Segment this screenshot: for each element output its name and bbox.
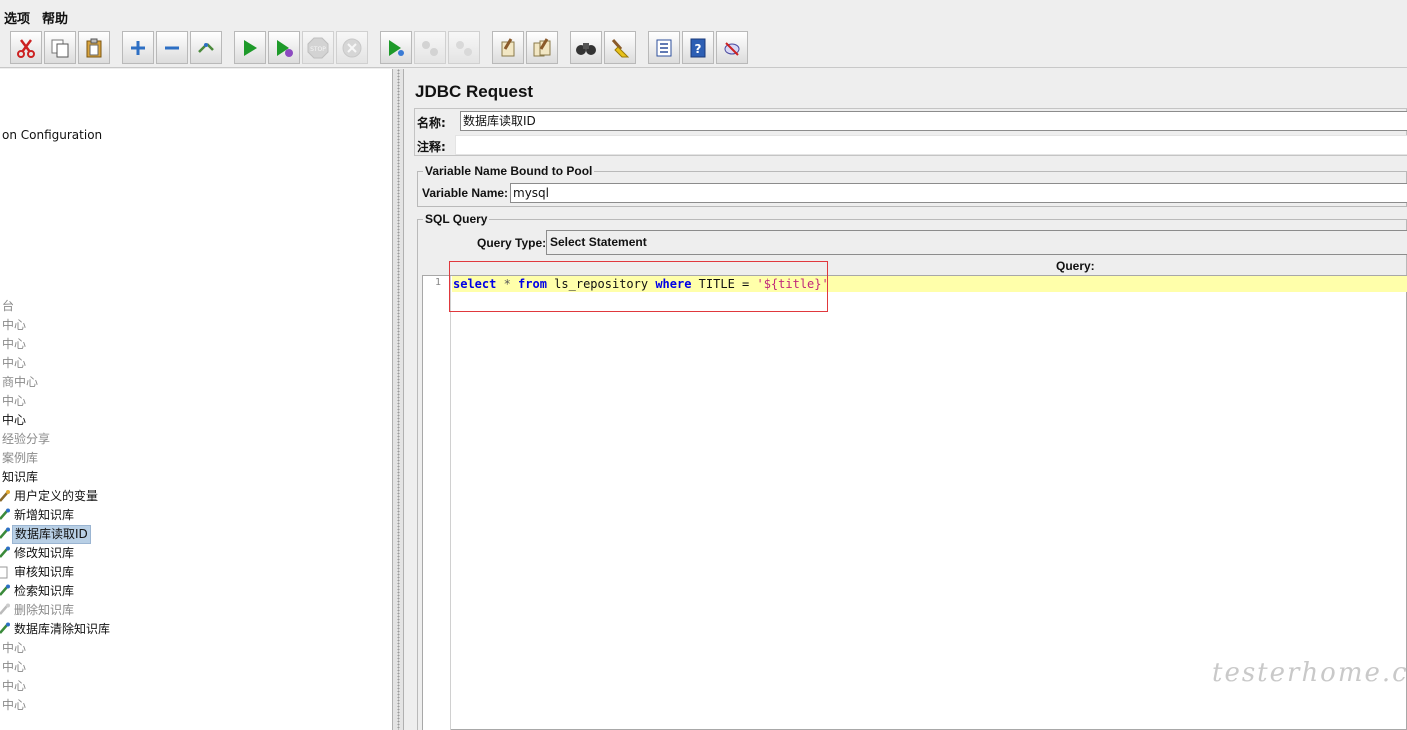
menu-help[interactable]: 帮助 — [42, 8, 68, 27]
clear-icon[interactable] — [492, 31, 524, 64]
help-icon[interactable]: ? — [682, 31, 714, 64]
tree-item-label: 数据库读取ID — [12, 525, 91, 544]
pipette-icon — [0, 603, 10, 615]
tree-item-label: 台 — [2, 299, 15, 313]
tree-item-label: 中心 — [2, 394, 27, 408]
tree-item-label: 经验分享 — [2, 432, 51, 446]
tree-item-label: 中心 — [2, 698, 27, 712]
wrench-icon — [0, 490, 10, 502]
line-number: 1 — [434, 277, 441, 288]
pipette-icon — [0, 527, 10, 539]
pipette-icon — [0, 622, 10, 634]
menu-bar: 选项 帮助 — [0, 0, 1407, 28]
start-no-pauses-icon[interactable] — [268, 31, 300, 64]
tree-item-label: 修改知识库 — [14, 546, 75, 560]
name-comment-section: 名称: 数据库读取ID 注释: — [414, 108, 1407, 156]
tree-item-label: 知识库 — [2, 470, 39, 484]
reset-search-icon[interactable] — [604, 31, 636, 64]
tree-item-label: 中心 — [2, 356, 27, 370]
query-header: Query: — [1056, 259, 1095, 273]
pool-variable-group: Variable Name Bound to Pool Variable Nam… — [417, 164, 1407, 207]
shutdown-icon[interactable] — [336, 31, 368, 64]
name-label: 名称: — [417, 116, 446, 130]
paste-icon[interactable] — [78, 31, 110, 64]
toggle-icon[interactable] — [190, 31, 222, 64]
log-viewer-icon[interactable] — [716, 31, 748, 64]
tree-item-label: 中心 — [2, 679, 27, 693]
expand-icon[interactable] — [122, 31, 154, 64]
tree-item-label: 检索知识库 — [14, 584, 75, 598]
variable-name-label: Variable Name: — [422, 186, 509, 200]
toolbar: STOP ? — [0, 28, 1407, 68]
function-helper-icon[interactable] — [648, 31, 680, 64]
search-icon[interactable] — [570, 31, 602, 64]
remote-shutdown-icon[interactable] — [448, 31, 480, 64]
line-number-gutter: 1 — [423, 276, 451, 730]
tree-item-label: 用户定义的变量 — [14, 489, 99, 503]
tree-item-label: 中心 — [2, 660, 27, 674]
collapse-icon[interactable] — [156, 31, 188, 64]
sql-group-title: SQL Query — [423, 212, 490, 226]
menu-options[interactable]: 选项 — [4, 8, 30, 27]
pool-group-title: Variable Name Bound to Pool — [423, 164, 595, 178]
tree-item-label: 数据库清除知识库 — [14, 622, 111, 636]
remote-start-icon[interactable] — [380, 31, 412, 64]
variable-name-field[interactable]: mysql — [510, 183, 1407, 203]
stop-icon[interactable]: STOP — [302, 31, 334, 64]
start-icon[interactable] — [234, 31, 266, 64]
tree-item-label: 新增知识库 — [14, 508, 75, 522]
copy-icon[interactable] — [44, 31, 76, 64]
tree-item-label: on Configuration — [2, 128, 103, 142]
test-plan-tree[interactable]: on Configuration 台 中心 中心 中心 商中心 中心 中心 经验… — [0, 69, 392, 730]
document-icon — [0, 566, 8, 579]
tree-item-label: 删除知识库 — [14, 603, 75, 617]
annotation-highlight-box — [449, 261, 828, 312]
pipette-icon — [0, 584, 10, 596]
splitter-grip — [397, 69, 400, 730]
clear-all-icon[interactable] — [526, 31, 558, 64]
svg-text:STOP: STOP — [310, 46, 326, 53]
pipette-icon — [0, 546, 10, 558]
comment-field[interactable] — [455, 135, 1407, 155]
panel-title: JDBC Request — [415, 82, 534, 101]
tree-item-label: 案例库 — [2, 451, 39, 465]
tree-item-label: 中心 — [2, 337, 27, 351]
remote-stop-icon[interactable] — [414, 31, 446, 64]
tree-item-label: 中心 — [2, 413, 27, 427]
svg-text:?: ? — [695, 42, 702, 56]
jdbc-request-panel: JDBC Request 名称: 数据库读取ID 注释: Variable Na… — [405, 69, 1407, 730]
tree-item-label: 中心 — [2, 641, 27, 655]
tree-item-label: 审核知识库 — [14, 565, 75, 579]
tree-item-label: 商中心 — [2, 375, 39, 389]
query-type-label: Query Type: — [477, 236, 547, 250]
query-type-select[interactable]: Select Statement — [546, 230, 1407, 255]
cut-icon[interactable] — [10, 31, 42, 64]
split-pane-divider[interactable] — [392, 69, 404, 730]
name-field[interactable]: 数据库读取ID — [460, 111, 1407, 131]
tree-item-label: 中心 — [2, 318, 27, 332]
pipette-icon — [0, 508, 10, 520]
watermark: testerhome.com — [1212, 658, 1407, 688]
comment-label: 注释: — [417, 140, 446, 154]
